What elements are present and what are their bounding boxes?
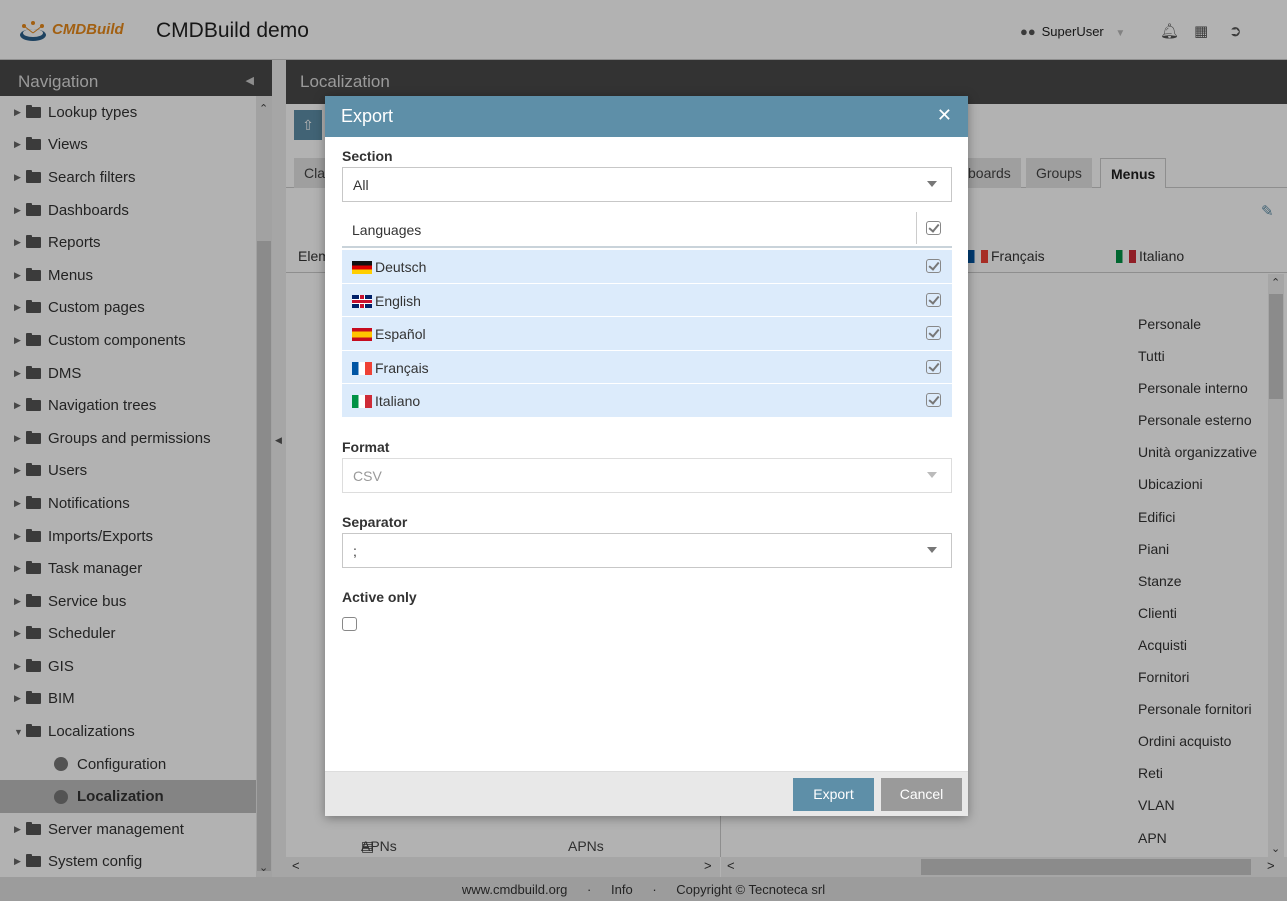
format-label: Format [342,439,390,455]
flag-de-icon [352,261,372,274]
language-row-it[interactable]: Italiano [342,384,952,418]
format-value: CSV [353,468,382,484]
language-name: Deutsch [375,259,427,275]
chevron-down-icon[interactable] [927,181,937,187]
dialog-title: Export [341,106,394,126]
close-icon[interactable]: ✕ [937,105,952,126]
format-select: CSV [342,458,952,493]
languages-grid: Languages Deutsch English Español Français I… [342,210,952,418]
dialog-header: Export ✕ [325,96,968,137]
language-checkbox[interactable] [926,292,941,307]
header-divider [916,212,917,244]
languages-header: Languages [342,210,952,248]
language-checkbox[interactable] [926,259,941,273]
flag-fr-icon [352,361,372,375]
language-name: English [375,292,421,309]
active-only-label: Active only [342,589,417,605]
language-checkbox[interactable] [926,359,941,374]
section-value: All [353,177,369,193]
language-checkbox[interactable] [926,326,941,340]
language-checkbox[interactable] [926,393,941,407]
language-name: Italiano [375,393,421,409]
flag-gb-icon [352,294,372,308]
separator-select[interactable]: ; [342,533,952,568]
chevron-down-icon [927,472,937,478]
language-row-gb[interactable]: English [342,283,952,317]
export-dialog: Export ✕ Section All Languages Deutsch En… [325,96,968,816]
language-name: Español [375,326,426,342]
select-all-checkbox[interactable] [926,221,941,235]
language-row-es[interactable]: Español [342,317,952,351]
dialog-footer: Export Cancel [325,771,968,816]
active-only-checkbox[interactable] [342,617,357,631]
languages-header-label: Languages [352,222,422,238]
flag-it-icon [352,395,372,408]
separator-value: ; [353,543,357,559]
language-name: Français [375,359,429,376]
cancel-button[interactable]: Cancel [881,778,962,811]
chevron-down-icon[interactable] [927,547,937,553]
export-button[interactable]: Export [793,778,874,811]
separator-label: Separator [342,514,408,530]
flag-es-icon [352,328,372,341]
language-row-fr[interactable]: Français [342,350,952,384]
language-row-de[interactable]: Deutsch [342,250,952,284]
section-label: Section [342,148,393,164]
section-select[interactable]: All [342,167,952,202]
